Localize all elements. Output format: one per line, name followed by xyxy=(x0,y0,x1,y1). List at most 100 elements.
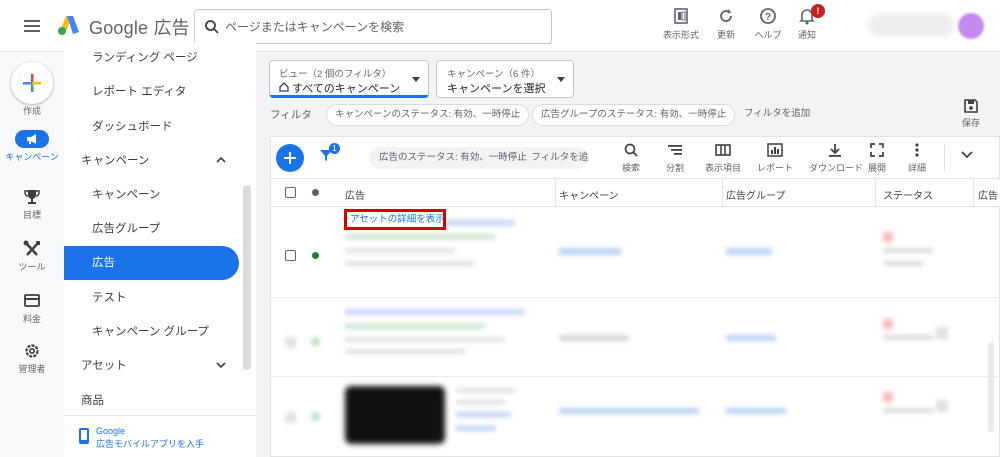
column-header-ad-type[interactable]: 広告 xyxy=(978,187,998,202)
nav-item-experiments[interactable]: テスト xyxy=(64,281,240,315)
toolbar-report-button[interactable]: レポート xyxy=(749,142,801,174)
campaign-selector[interactable]: キャンペーン（6 件） キャンペーンを選択 xyxy=(436,60,574,98)
toolbar-add-filter[interactable]: フィルタを追加 xyxy=(531,152,589,163)
nav-item-dashboards[interactable]: ダッシュボード xyxy=(64,110,240,144)
main-content: ビュー（2 個のフィルタ） すべてのキャンペーン キャンペーン（6 件） キャン… xyxy=(256,52,1000,457)
collapse-toolbar-button[interactable] xyxy=(961,151,973,159)
more-icon xyxy=(908,142,926,158)
campaign-link-blurred[interactable] xyxy=(559,335,629,341)
filter-chip-campaign-status[interactable]: キャンペーンのステータス: 有効、一時停止 xyxy=(326,104,530,126)
nav-item-label: キャンペーン グループ xyxy=(92,326,209,338)
nav-item-report-editor[interactable]: レポート エディタ xyxy=(64,75,240,109)
nav-item-landing-pages[interactable]: ランディング ページ xyxy=(64,42,240,75)
filter-button[interactable]: 1 xyxy=(319,143,340,162)
status-dot-header xyxy=(312,189,319,196)
ad-group-link-blurred[interactable] xyxy=(726,248,772,255)
ad-group-link-blurred[interactable] xyxy=(726,335,776,341)
view-asset-details-link[interactable]: アセットの詳細を表示 xyxy=(344,209,446,230)
goals-label: 目標 xyxy=(22,210,41,220)
rail-billing[interactable]: 料金 xyxy=(0,292,64,324)
nav-section-label: 商品 xyxy=(81,395,104,407)
column-header-ad[interactable]: 広告 xyxy=(345,187,365,202)
search-input[interactable] xyxy=(225,10,545,43)
rail-admin[interactable]: 管理者 xyxy=(0,342,64,374)
row-checkbox[interactable] xyxy=(285,250,296,261)
toolbar-segment-button[interactable]: 分割 xyxy=(649,142,701,174)
table-scrollbar[interactable] xyxy=(988,342,994,432)
app-title: Google 広告 xyxy=(89,18,190,38)
active-filter-chip[interactable]: 広告のステータス: 有効、一時停止 フィルタを追加 xyxy=(369,147,589,169)
ad-url-blurred xyxy=(345,234,495,240)
toolbar-button-label: 表示項目 xyxy=(704,163,741,173)
filter-chip-adgroup-status[interactable]: 広告グループのステータス: 有効、一時停止 xyxy=(532,104,736,126)
chevron-down-icon xyxy=(961,151,973,159)
ad-group-link-blurred[interactable] xyxy=(726,408,786,414)
rail-campaigns[interactable]: キャンペーン xyxy=(0,130,64,162)
account-info[interactable] xyxy=(868,14,954,36)
dropdown-arrow-icon xyxy=(557,77,565,82)
nav-item-label: テスト xyxy=(92,292,127,304)
filter-label: フィルタ xyxy=(270,109,312,121)
add-ad-button[interactable] xyxy=(276,144,304,172)
column-divider xyxy=(722,179,723,207)
view-selector-value: すべてのキャンペーン xyxy=(292,83,401,95)
status-enabled-dot xyxy=(312,252,319,259)
mobile-app-promo[interactable]: Google 広告モバイルアプリを入手 xyxy=(64,415,256,457)
campaigns-icon xyxy=(15,130,49,148)
column-header-campaign[interactable]: キャンペーン xyxy=(559,187,619,202)
ad-headline-blurred[interactable] xyxy=(345,309,525,315)
column-header-ad-group[interactable]: 広告グループ xyxy=(726,187,785,202)
notifications-button[interactable]: ! 通知 xyxy=(781,4,833,46)
ad-link-blurred[interactable] xyxy=(456,426,496,431)
column-header-status[interactable]: ステータス xyxy=(883,187,933,202)
nav-item-label: 広告 xyxy=(92,257,115,269)
ads-table-card: 1 広告のステータス: 有効、一時停止 フィルタを追加 検索 分割 表示項目 レ… xyxy=(270,136,1000,457)
admin-label: 管理者 xyxy=(18,364,46,374)
nav-item-campaign-groups[interactable]: キャンペーン グループ xyxy=(64,315,240,349)
rail-goals[interactable]: 目標 xyxy=(0,188,64,220)
status-text-blurred xyxy=(883,335,933,340)
segment-icon xyxy=(666,142,684,158)
table-row xyxy=(271,299,1000,377)
status-text-blurred xyxy=(883,248,933,253)
view-selector-label: ビュー（2 個のフィルタ） xyxy=(279,69,392,80)
nav-section-label: キャンペーン xyxy=(81,155,150,167)
select-all-checkbox[interactable] xyxy=(285,187,296,198)
ad-description-blurred xyxy=(345,349,465,354)
nav-item-campaigns[interactable]: キャンペーン xyxy=(64,178,240,212)
nav-item-ad-groups[interactable]: 広告グループ xyxy=(64,212,240,246)
main-menu-icon[interactable] xyxy=(22,17,42,35)
search-box[interactable] xyxy=(194,9,552,44)
nav-section-assets[interactable]: アセット xyxy=(64,349,240,383)
ad-description-blurred xyxy=(345,261,475,266)
save-button[interactable]: 保存 xyxy=(956,98,986,129)
add-filter-button[interactable]: フィルタを追加 xyxy=(736,104,818,126)
chevron-up-icon xyxy=(216,156,226,163)
create-button[interactable] xyxy=(11,62,53,104)
columns-icon xyxy=(714,142,732,158)
toolbar-button-label: 詳細 xyxy=(907,163,926,173)
row-checkbox[interactable] xyxy=(285,337,296,348)
status-info-icon xyxy=(936,400,948,412)
notifications-label: 通知 xyxy=(797,30,816,40)
row-checkbox[interactable] xyxy=(285,412,296,423)
rail-tools[interactable]: ツール xyxy=(0,240,64,272)
toolbar-more-button[interactable]: 詳細 xyxy=(891,142,943,174)
campaign-link-blurred[interactable] xyxy=(559,248,621,255)
nav-item-ads[interactable]: 広告 xyxy=(64,246,239,280)
nav-section-campaigns[interactable]: キャンペーン xyxy=(64,144,240,178)
nav-item-label: 広告グループ xyxy=(92,223,161,235)
avatar[interactable] xyxy=(958,13,984,39)
nav-section-label: アセット xyxy=(81,360,127,372)
view-selector[interactable]: ビュー（2 個のフィルタ） すべてのキャンペーン xyxy=(269,60,429,98)
refresh-icon xyxy=(716,6,736,26)
dropdown-arrow-icon xyxy=(412,77,420,82)
toolbar-columns-button[interactable]: 表示項目 xyxy=(697,142,749,174)
billing-label: 料金 xyxy=(22,314,41,324)
campaigns-label: キャンペーン xyxy=(5,152,59,162)
tools-icon xyxy=(22,240,42,258)
campaign-link-blurred[interactable] xyxy=(559,408,699,414)
nav-section-products[interactable]: 商品 xyxy=(64,384,240,415)
sidenav-scrollbar[interactable] xyxy=(243,185,251,370)
ad-link-blurred[interactable] xyxy=(456,412,511,417)
